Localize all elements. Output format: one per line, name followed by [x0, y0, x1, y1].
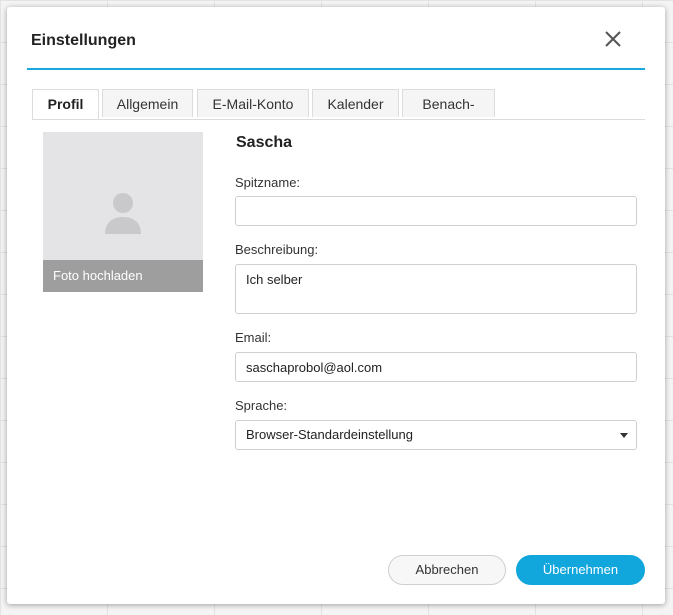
profile-photo-upload[interactable]: Foto hochladen	[43, 132, 203, 292]
email-input[interactable]	[235, 352, 637, 382]
nickname-label: Spitzname:	[235, 175, 301, 190]
chevron-down-icon	[620, 433, 628, 438]
language-select[interactable]: Browser-Standardeinstellung	[235, 420, 637, 450]
tab-benachrichtigungen[interactable]: Benach-	[402, 89, 495, 117]
nickname-input[interactable]	[235, 196, 637, 226]
language-label: Sprache:	[235, 398, 288, 413]
profile-name: Sascha	[236, 134, 293, 151]
description-input[interactable]: Ich selber	[235, 264, 637, 314]
tab-kalender[interactable]: Kalender	[312, 89, 399, 117]
tab-allgemein[interactable]: Allgemein	[102, 89, 193, 117]
description-label: Beschreibung:	[235, 242, 319, 257]
close-button[interactable]	[600, 26, 626, 52]
tab-profil[interactable]: Profil	[32, 89, 99, 119]
person-icon	[105, 193, 141, 234]
tab-email-konto[interactable]: E-Mail-Konto	[197, 89, 309, 117]
title-divider	[27, 68, 645, 70]
dialog-title: Einstellungen	[31, 32, 136, 49]
apply-button[interactable]: Übernehmen	[516, 555, 645, 585]
close-icon	[605, 31, 621, 47]
settings-tabs: Profil Allgemein E-Mail-Konto Kalender B…	[32, 89, 645, 120]
settings-dialog: Einstellungen Profil Allgemein E-Mail-Ko…	[7, 7, 665, 604]
cancel-button[interactable]: Abbrechen	[388, 555, 506, 585]
language-selected-value: Browser-Standardeinstellung	[246, 427, 413, 442]
upload-photo-label: Foto hochladen	[43, 260, 203, 292]
email-label: Email:	[235, 330, 272, 345]
